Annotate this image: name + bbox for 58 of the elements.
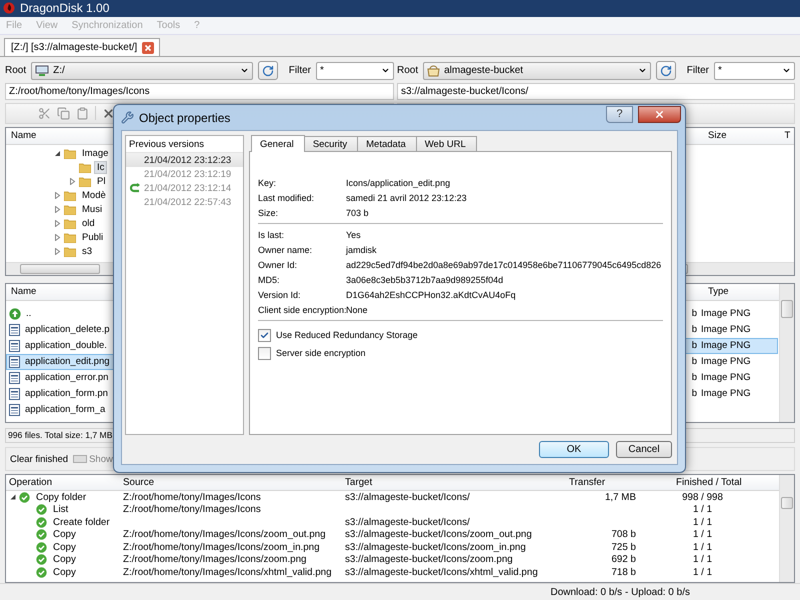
field-label: Size:: [258, 208, 280, 218]
finished-cell-text: 1 / 1: [692, 554, 714, 566]
field-label: Version Id:: [258, 290, 302, 300]
transfer-cell-text: 1,7 MB: [604, 492, 636, 503]
finished-cell-text: 1 / 1: [692, 566, 714, 578]
operation-cell: List: [6, 504, 120, 516]
checkbox-label: Server side encryption: [276, 348, 366, 358]
field-value: jamdisk: [346, 244, 378, 254]
target-cell-text: s3://almageste-bucket/Icons/: [344, 516, 471, 528]
field-label: Last modified:: [258, 192, 316, 202]
target-cell-text: s3://almageste-bucket/Icons/xhtml_valid.png: [344, 566, 539, 578]
finished-cell-text: 1 / 1: [692, 516, 714, 528]
source-cell-text: Z:/root/home/tony/Images/Icons/zoom_in.png: [122, 542, 321, 553]
field-value: None: [346, 304, 369, 314]
field-label: Client side encryption:: [258, 304, 346, 314]
operation-cell: Create folder: [6, 516, 120, 528]
field-value: 3a06e8c3eb5b3712b7aa9d989255f04d: [346, 274, 504, 284]
source-cell-text: Z:/root/home/tony/Images/Icons: [122, 492, 262, 503]
field-value: Yes: [346, 230, 362, 240]
window-title: DragonDisk 1.00: [20, 1, 110, 16]
operation-cell: Copy: [6, 529, 120, 540]
transfer-cell-text: 725 b: [610, 542, 636, 553]
operation-cell: Copy folder: [6, 492, 120, 503]
dialog-title: Object properties: [139, 110, 232, 124]
checkbox-label: Use Reduced Redundancy Storage: [276, 330, 418, 340]
target-cell-text: s3://almageste-bucket/Icons/zoom_in.png: [344, 542, 527, 553]
field-value: 703 b: [346, 208, 370, 218]
filter-label: Filter: [686, 65, 709, 76]
finished-cell-text: 998 / 998: [681, 492, 724, 503]
finished-cell-text: 1 / 1: [692, 542, 714, 553]
field-value: samedi 21 avril 2012 23:12:23: [346, 192, 468, 202]
operation-cell: Copy: [6, 566, 120, 578]
status-text: Download: 0 b/s - Upload: 0 b/s: [550, 586, 690, 598]
target-cell-text: s3://almageste-bucket/Icons/: [344, 492, 471, 503]
filter-label: Filter: [288, 65, 311, 76]
field-label: Owner name:: [258, 244, 314, 254]
transfer-cell-text: 718 b: [610, 566, 636, 578]
transfer-cell-text: 692 b: [610, 554, 636, 566]
source-cell-text: Z:/root/home/tony/Images/Icons/zoom_out.png: [122, 529, 327, 540]
source-cell-text: Z:/root/home/tony/Images/Icons/xhtml_valid.png: [122, 566, 333, 578]
operation-cell: Copy: [6, 554, 120, 566]
field-value: ad229c5ed7df94be2d0a8e69ab97de17c014958e6be71106779045c6495cd826: [346, 260, 662, 270]
target-cell-text: s3://almageste-bucket/Icons/zoom_out.png: [344, 529, 533, 540]
field-label: Key:: [258, 178, 278, 188]
target-cell-text: s3://almageste-bucket/Icons/zoom.png: [344, 554, 514, 566]
finished-cell-text: 1 / 1: [692, 504, 714, 516]
source-cell-text: Z:/root/home/tony/Images/Icons: [122, 504, 262, 516]
finished-cell-text: 1 / 1: [692, 529, 714, 540]
field-value: D1G64ah2EshCCPHon32.aKdtCvAU4oFq: [346, 290, 517, 300]
source-cell-text: Z:/root/home/tony/Images/Icons/zoom.png: [122, 554, 308, 566]
root-label: Root: [397, 65, 418, 76]
root-label: Root: [5, 65, 26, 76]
field-label: Owner Id:: [258, 260, 298, 270]
field-value: Icons/application_edit.png: [346, 178, 452, 188]
field-label: MD5:: [258, 274, 281, 284]
transfer-cell-text: 708 b: [610, 529, 636, 540]
operation-cell: Copy: [6, 542, 120, 553]
field-label: Is last:: [258, 230, 286, 240]
